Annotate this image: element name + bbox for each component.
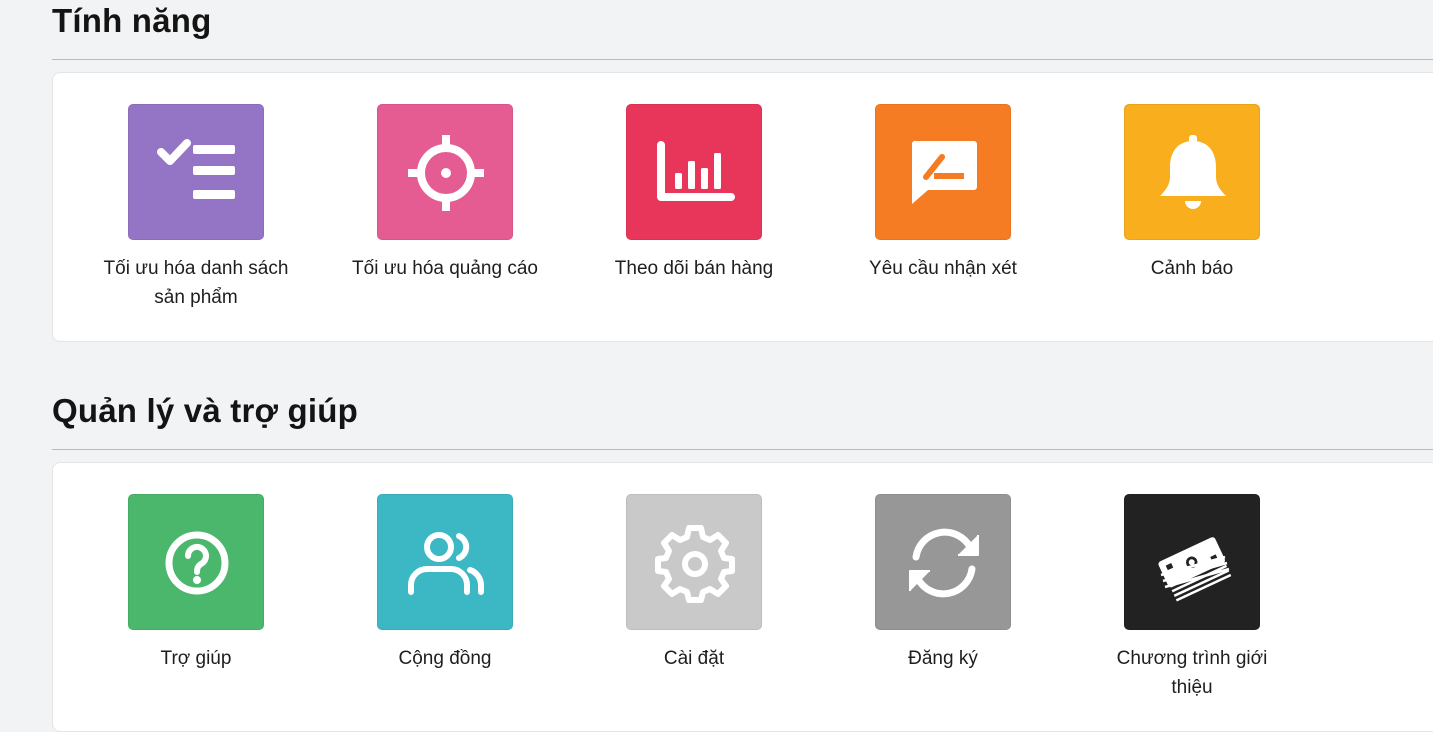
tile-referral-program[interactable]: Chương trình giới thiệu [1092, 494, 1292, 702]
tile-label: Chương trình giới thiệu [1116, 648, 1268, 698]
crosshair-target-icon [377, 104, 513, 240]
tile-community[interactable]: Cộng đồng [345, 494, 545, 673]
tile-listing-optimization[interactable]: Tối ưu hóa danh sách sản phẩm [96, 104, 296, 312]
tile-subscription[interactable]: Đăng ký [843, 494, 1043, 673]
tile-label: Tối ưu hóa quảng cáo [352, 258, 538, 279]
tile-request-review[interactable]: Yêu cầu nhận xét [843, 104, 1043, 283]
bell-icon [1124, 104, 1260, 240]
tile-alerts[interactable]: Cảnh báo [1092, 104, 1292, 283]
tile-sales-tracking[interactable]: Theo dõi bán hàng [594, 104, 794, 283]
money-stack-icon [1124, 494, 1260, 630]
tile-label: Cảnh báo [1150, 258, 1234, 279]
question-circle-icon [128, 494, 264, 630]
tile-label: Cài đặt [663, 648, 725, 669]
refresh-icon [875, 494, 1011, 630]
section-divider [52, 449, 1433, 450]
section-title-features: Tính năng [52, 2, 212, 39]
section-divider [52, 59, 1433, 60]
tile-label: Yêu cầu nhận xét [869, 258, 1017, 279]
tile-label: Trợ giúp [160, 648, 232, 669]
review-chat-icon [875, 104, 1011, 240]
tile-ad-optimization[interactable]: Tối ưu hóa quảng cáo [345, 104, 545, 283]
tile-label: Cộng đồng [398, 648, 492, 669]
tile-help[interactable]: Trợ giúp [96, 494, 296, 673]
management-card: Trợ giúp Cộng đồng Cài đặt Đăng ký Chươn… [52, 462, 1433, 732]
checklist-icon [128, 104, 264, 240]
tile-label: Theo dõi bán hàng [614, 258, 774, 279]
features-card: Tối ưu hóa danh sách sản phẩm Tối ưu hóa… [52, 72, 1433, 342]
bar-chart-icon [626, 104, 762, 240]
gear-icon [626, 494, 762, 630]
tile-label: Tối ưu hóa danh sách sản phẩm [103, 258, 289, 308]
section-title-management: Quản lý và trợ giúp [52, 392, 358, 429]
tile-settings[interactable]: Cài đặt [594, 494, 794, 673]
users-icon [377, 494, 513, 630]
tile-label: Đăng ký [908, 648, 978, 669]
